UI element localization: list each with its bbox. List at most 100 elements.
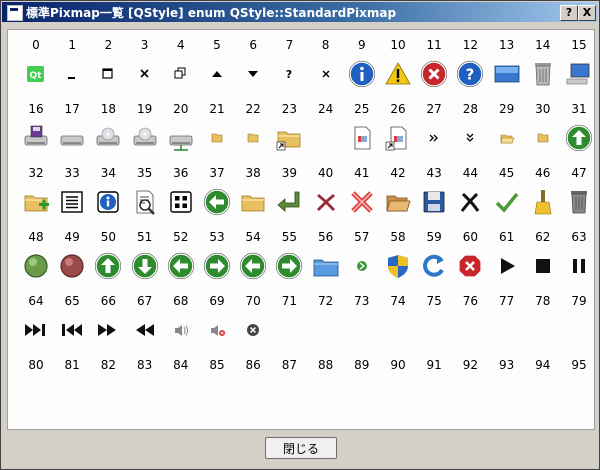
pixmap-index-label: 62 — [535, 230, 551, 244]
close-button[interactable]: 閉じる — [265, 437, 337, 459]
pixmap-index-label: 72 — [317, 294, 334, 308]
pixmap-cell: 83 — [127, 358, 163, 422]
close-window-button[interactable]: X — [578, 5, 596, 21]
pixmap-row: 80 81 82 83 84 85 86 87 88 89 90 91 92 93 94 95 — [8, 358, 594, 422]
line-edit-clear-icon — [239, 316, 267, 344]
pixmap-cell: 40 — [308, 166, 344, 230]
pixmap-cell: 78 — [525, 294, 561, 358]
pixmap-index-label: 47 — [571, 166, 587, 180]
pixmap-cell: 81 — [54, 358, 90, 422]
trash-icon — [529, 60, 557, 88]
pixmap-index-label: 90 — [390, 358, 406, 372]
pixmap-cell: 67 — [127, 294, 163, 358]
pixmap-grid-panel: 0 Qt 1 2 3 4 5 6 7? 8 9 10 11 12? 13 14 15 16 17 18 19 20 21 22… — [7, 29, 595, 430]
pixmap-index-label: 26 — [390, 102, 406, 116]
pixmap-cell: 76 — [452, 294, 488, 358]
pixmap-cell: 65 — [54, 294, 90, 358]
pixmap-index-label: 79 — [571, 294, 587, 308]
media-pause-icon — [565, 252, 593, 280]
media-seek-forward-icon — [94, 316, 122, 344]
pixmap-cell: 1 — [54, 38, 90, 102]
pixmap-index-label: 56 — [317, 230, 334, 244]
pixmap-cell: 27 — [416, 102, 452, 166]
pixmap-index-label: 71 — [281, 294, 298, 308]
pixmap-grid: 0 Qt 1 2 3 4 5 6 7? 8 9 10 11 12? 13 14 15 16 17 18 19 20 21 22… — [8, 38, 594, 422]
pixmap-index-label: 57 — [354, 230, 370, 244]
command-link-icon — [348, 252, 376, 280]
pixmap-index-label: 59 — [426, 230, 442, 244]
pixmap-row: 64 65 66 67 68 69 70 71 72 73 74 75 76 77 78 79 — [8, 294, 594, 358]
pixmap-cell: 60 — [452, 230, 488, 294]
pixmap-index-label: 46 — [535, 166, 551, 180]
title-bar[interactable]: 標準Pixmap一覧 [QStyle] enum QStyle::Standar… — [2, 2, 598, 22]
pixmap-cell: 18 — [90, 102, 126, 166]
pixmap-index-label: 80 — [28, 358, 44, 372]
pixmap-cell: 94 — [525, 358, 561, 422]
small-folder-icon — [239, 124, 267, 152]
pixmap-index-label: 11 — [426, 38, 442, 52]
pixmap-cell: 32 — [18, 166, 54, 230]
pixmap-index-label: 18 — [100, 102, 117, 116]
dialog-discard-icon — [348, 188, 376, 216]
pixmap-cell: 21 — [199, 102, 235, 166]
pixmap-cell: 49 — [54, 230, 90, 294]
pixmap-index-label: 51 — [136, 230, 153, 244]
pixmap-cell: 22 — [235, 102, 271, 166]
pixmap-index-label: 81 — [64, 358, 80, 372]
pixmap-cell: 9 — [344, 38, 380, 102]
dialog-yes-icon — [22, 252, 50, 280]
new-folder-icon — [22, 188, 50, 216]
pixmap-cell: 44 — [452, 166, 488, 230]
pixmap-index-label: 88 — [317, 358, 334, 372]
pixmap-cell: 90 — [380, 358, 416, 422]
pixmap-index-label: 33 — [64, 166, 80, 180]
pixmap-cell: 79 — [561, 294, 597, 358]
pixmap-cell: 88 — [308, 358, 344, 422]
pixmap-cell: 74 — [380, 294, 416, 358]
pixmap-index-label: 35 — [136, 166, 153, 180]
pixmap-index-label: 82 — [100, 358, 117, 372]
pixmap-cell: 62 — [525, 230, 561, 294]
pixmap-index-label: 49 — [64, 230, 80, 244]
pixmap-cell: 8 — [308, 38, 344, 102]
pixmap-index-label: 41 — [354, 166, 370, 180]
pixmap-index-label: 52 — [173, 230, 189, 244]
list-view-icon — [58, 188, 86, 216]
pixmap-cell: 5 — [199, 38, 235, 102]
dock-close-icon — [312, 60, 340, 88]
pixmap-row: 0 Qt 1 2 3 4 5 6 7? 8 9 10 11 12? 13 14 15 — [8, 38, 594, 102]
pixmap-index-label: 70 — [245, 294, 261, 308]
pixmap-cell: 24 — [308, 102, 344, 166]
pixmap-cell: 36 — [163, 166, 199, 230]
pixmap-index-label: 65 — [64, 294, 80, 308]
pixmap-row: 32 33 34 35 36 37 38 39 40 41 42 43 44 45 46 47 — [8, 166, 594, 230]
pixmap-cell: 58 — [380, 230, 416, 294]
pixmap-index-label: 64 — [28, 294, 44, 308]
media-play-icon — [493, 252, 521, 280]
pixmap-cell: 42 — [380, 166, 416, 230]
browser-reload-icon — [420, 252, 448, 280]
pixmap-cell: 85 — [199, 358, 235, 422]
pixmap-cell: 33 — [54, 166, 90, 230]
pixmap-cell: 54 — [235, 230, 271, 294]
media-skip-backward-icon — [58, 316, 86, 344]
svg-text:?: ? — [286, 68, 292, 81]
pixmap-index-label: 34 — [100, 166, 117, 180]
pixmap-index-label: 37 — [209, 166, 225, 180]
pixmap-index-label: 36 — [173, 166, 189, 180]
pixmap-cell: 91 — [416, 358, 452, 422]
pixmap-cell: 46 — [525, 166, 561, 230]
pixmap-index-label: 55 — [281, 230, 298, 244]
pixmap-cell: 4 — [163, 38, 199, 102]
pixmap-cell: 3 — [127, 38, 163, 102]
pixmap-index-label: 13 — [498, 38, 515, 52]
media-stop-icon — [529, 252, 557, 280]
help-button[interactable]: ? — [560, 5, 578, 21]
pixmap-index-label: 95 — [571, 358, 587, 372]
pixmap-cell: 12? — [452, 38, 488, 102]
media-skip-forward-icon — [22, 316, 50, 344]
pixmap-cell: 34 — [90, 166, 126, 230]
dialog-discard-trash-icon — [565, 188, 593, 216]
pixmap-cell: 64 — [18, 294, 54, 358]
dialog-close-icon — [456, 188, 484, 216]
